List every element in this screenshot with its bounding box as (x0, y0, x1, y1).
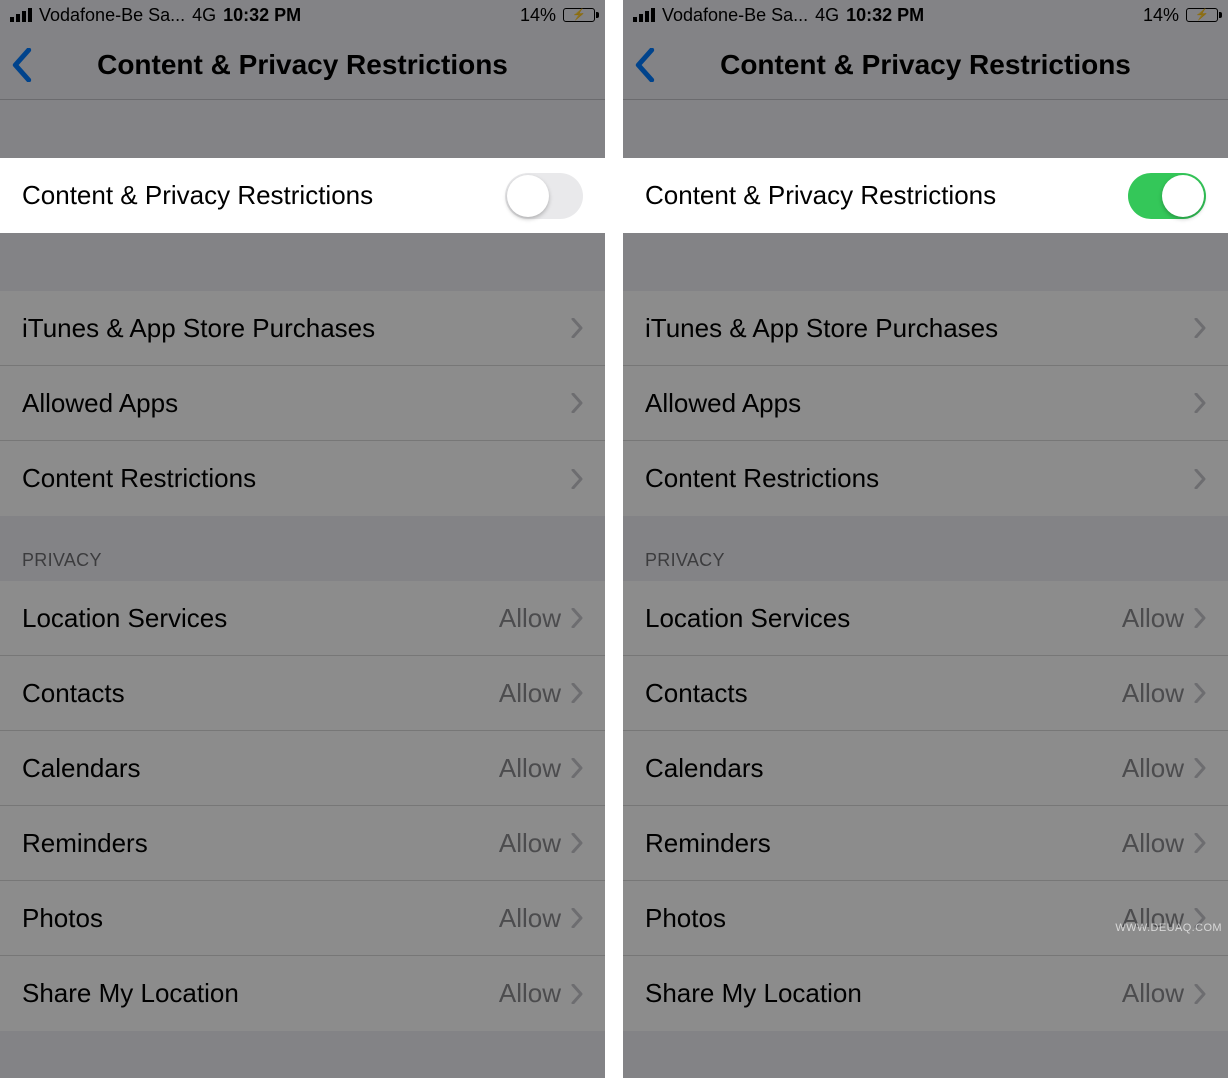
row-contacts[interactable]: Contacts Allow (623, 656, 1228, 731)
back-button[interactable] (12, 48, 32, 82)
side-by-side-container: Vodafone-Be Sa... 4G 10:32 PM 14% ⚡ Cont… (0, 0, 1228, 1078)
battery-percent: 14% (1143, 5, 1179, 26)
chevron-right-icon (571, 318, 583, 338)
spacer (0, 233, 605, 291)
nav-bar: Content & Privacy Restrictions (0, 30, 605, 100)
row-allowed-apps[interactable]: Allowed Apps (0, 366, 605, 441)
phone-right: Vodafone-Be Sa... 4G 10:32 PM 14% ⚡ Cont… (623, 0, 1228, 1078)
network-label: 4G (192, 5, 216, 26)
row-photos[interactable]: Photos Allow (623, 881, 1228, 956)
chevron-left-icon (635, 48, 655, 82)
row-reminders[interactable]: Reminders Allow (0, 806, 605, 881)
row-itunes-purchases[interactable]: iTunes & App Store Purchases (0, 291, 605, 366)
chevron-right-icon (1194, 318, 1206, 338)
row-photos[interactable]: Photos Allow (0, 881, 605, 956)
chevron-right-icon (571, 393, 583, 413)
row-location-services[interactable]: Location Services Allow (623, 581, 1228, 656)
row-allowed-apps[interactable]: Allowed Apps (623, 366, 1228, 441)
row-share-my-location[interactable]: Share My Location Allow (623, 956, 1228, 1031)
cellular-signal-icon (633, 8, 655, 22)
spacer (623, 233, 1228, 291)
chevron-right-icon (1194, 758, 1206, 778)
chevron-right-icon (1194, 469, 1206, 489)
status-time: 10:32 PM (223, 5, 301, 26)
store-section: iTunes & App Store Purchases Allowed App… (0, 291, 605, 516)
carrier-label: Vodafone-Be Sa... (39, 5, 185, 26)
carrier-label: Vodafone-Be Sa... (662, 5, 808, 26)
phone-left: Vodafone-Be Sa... 4G 10:32 PM 14% ⚡ Cont… (0, 0, 605, 1078)
battery-icon: ⚡ (1186, 8, 1218, 22)
row-content-restrictions[interactable]: Content Restrictions (623, 441, 1228, 516)
page-title: Content & Privacy Restrictions (97, 49, 508, 81)
chevron-right-icon (1194, 393, 1206, 413)
row-share-my-location[interactable]: Share My Location Allow (0, 956, 605, 1031)
toggle-section: Content & Privacy Restrictions (0, 158, 605, 233)
toggle-knob (507, 175, 549, 217)
status-bar: Vodafone-Be Sa... 4G 10:32 PM 14% ⚡ (623, 0, 1228, 30)
chevron-right-icon (1194, 683, 1206, 703)
status-bar: Vodafone-Be Sa... 4G 10:32 PM 14% ⚡ (0, 0, 605, 30)
chevron-right-icon (571, 469, 583, 489)
network-label: 4G (815, 5, 839, 26)
chevron-right-icon (571, 984, 583, 1004)
store-section: iTunes & App Store Purchases Allowed App… (623, 291, 1228, 516)
row-calendars[interactable]: Calendars Allow (623, 731, 1228, 806)
privacy-section-header: PRIVACY (623, 516, 1228, 581)
chevron-right-icon (1194, 608, 1206, 628)
toggle-label: Content & Privacy Restrictions (22, 180, 505, 211)
content-privacy-toggle-row[interactable]: Content & Privacy Restrictions (623, 158, 1228, 233)
chevron-right-icon (571, 908, 583, 928)
phone-gap (605, 0, 623, 1078)
chevron-right-icon (571, 683, 583, 703)
chevron-right-icon (571, 833, 583, 853)
row-itunes-purchases[interactable]: iTunes & App Store Purchases (623, 291, 1228, 366)
row-contacts[interactable]: Contacts Allow (0, 656, 605, 731)
content-privacy-toggle[interactable] (505, 173, 583, 219)
chevron-right-icon (571, 608, 583, 628)
row-reminders[interactable]: Reminders Allow (623, 806, 1228, 881)
privacy-section: Location Services Allow Contacts Allow C… (0, 581, 605, 1031)
page-title: Content & Privacy Restrictions (720, 49, 1131, 81)
back-button[interactable] (635, 48, 655, 82)
toggle-section: Content & Privacy Restrictions (623, 158, 1228, 233)
nav-bar: Content & Privacy Restrictions (623, 30, 1228, 100)
battery-percent: 14% (520, 5, 556, 26)
spacer (0, 100, 605, 158)
privacy-section: Location Services Allow Contacts Allow C… (623, 581, 1228, 1031)
chevron-right-icon (1194, 833, 1206, 853)
content-privacy-toggle[interactable] (1128, 173, 1206, 219)
row-location-services[interactable]: Location Services Allow (0, 581, 605, 656)
chevron-right-icon (1194, 984, 1206, 1004)
spacer (623, 100, 1228, 158)
privacy-section-header: PRIVACY (0, 516, 605, 581)
toggle-label: Content & Privacy Restrictions (645, 180, 1128, 211)
row-calendars[interactable]: Calendars Allow (0, 731, 605, 806)
content-privacy-toggle-row[interactable]: Content & Privacy Restrictions (0, 158, 605, 233)
battery-icon: ⚡ (563, 8, 595, 22)
chevron-left-icon (12, 48, 32, 82)
row-content-restrictions[interactable]: Content Restrictions (0, 441, 605, 516)
chevron-right-icon (571, 758, 583, 778)
toggle-knob (1162, 175, 1204, 217)
cellular-signal-icon (10, 8, 32, 22)
watermark: WWW.DEUAQ.COM (1115, 922, 1222, 934)
status-time: 10:32 PM (846, 5, 924, 26)
